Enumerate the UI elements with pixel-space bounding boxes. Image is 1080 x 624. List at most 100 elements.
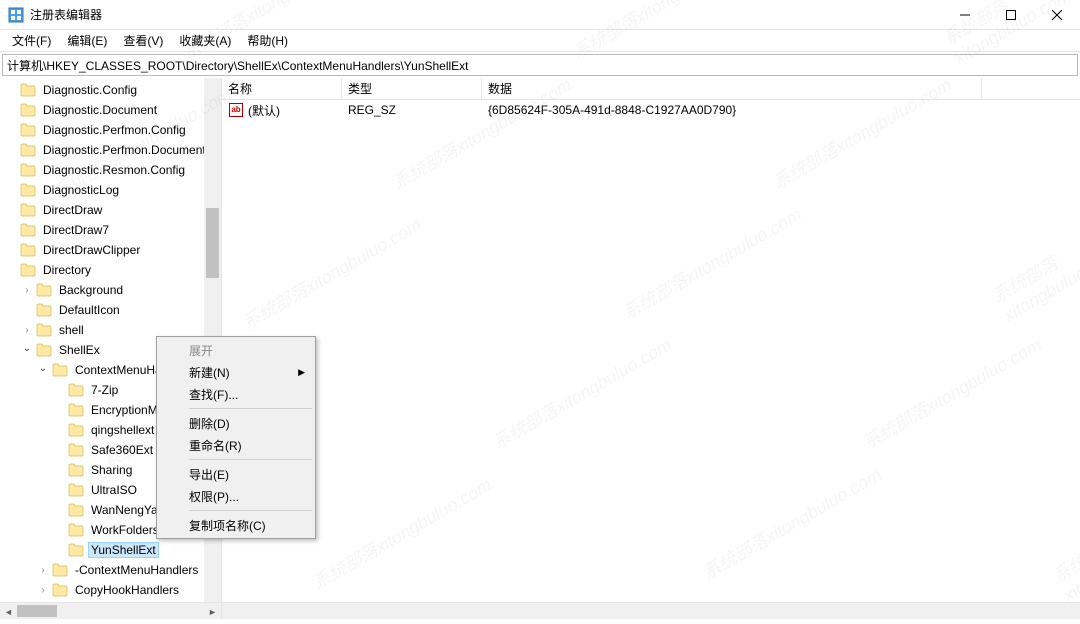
menu-file[interactable]: 文件(F)	[4, 30, 59, 51]
tree-item-label: DiagnosticLog	[40, 182, 122, 198]
tree-item-label: Directory	[40, 262, 94, 278]
cell-type: REG_SZ	[342, 103, 482, 117]
tree-item[interactable]: Directory	[0, 260, 221, 280]
tree-item[interactable]: Diagnostic.Perfmon.Config	[0, 120, 221, 140]
tree-item-label: Background	[56, 282, 126, 298]
folder-icon	[68, 443, 84, 457]
folder-icon	[20, 243, 36, 257]
list-pane: 名称 类型 数据 ab(默认)REG_SZ{6D85624F-305A-491d…	[222, 78, 1080, 602]
tree-item-label: UltraISO	[88, 482, 140, 498]
folder-icon	[52, 563, 68, 577]
folder-icon	[68, 423, 84, 437]
tree-item[interactable]: Diagnostic.Config	[0, 80, 221, 100]
separator	[189, 459, 312, 460]
folder-icon	[36, 283, 52, 297]
tree-item-label: YunShellExt	[88, 542, 159, 558]
address-text: 计算机\HKEY_CLASSES_ROOT\Directory\ShellEx\…	[7, 57, 469, 74]
scroll-left-icon[interactable]: ◄	[0, 603, 17, 620]
ctx-find[interactable]: 查找(F)...	[159, 383, 313, 405]
separator	[189, 408, 312, 409]
expand-icon[interactable]: ›	[20, 285, 34, 296]
folder-icon	[68, 463, 84, 477]
folder-icon	[20, 123, 36, 137]
tree-horizontal-scrollbar[interactable]: ◄ ►	[0, 603, 222, 619]
list-horizontal-scrollbar[interactable]	[222, 603, 1080, 619]
ctx-rename[interactable]: 重命名(R)	[159, 434, 313, 456]
expand-icon[interactable]: ›	[36, 565, 50, 576]
tree-item[interactable]: Diagnostic.Perfmon.Document	[0, 140, 221, 160]
list-body[interactable]: ab(默认)REG_SZ{6D85624F-305A-491d-8848-C19…	[222, 100, 1080, 120]
cell-data: {6D85624F-305A-491d-8848-C1927AA0D790}	[482, 103, 982, 117]
menu-view[interactable]: 查看(V)	[115, 30, 171, 51]
scroll-right-icon[interactable]: ►	[204, 603, 221, 620]
tree-item-label: DirectDraw	[40, 202, 105, 218]
ctx-delete[interactable]: 删除(D)	[159, 412, 313, 434]
menu-help[interactable]: 帮助(H)	[239, 30, 296, 51]
window-controls	[942, 0, 1080, 29]
tree-item[interactable]: DiagnosticLog	[0, 180, 221, 200]
tree-item-label: Diagnostic.Document	[40, 102, 160, 118]
folder-icon	[68, 483, 84, 497]
tree-item-label: ShellEx	[56, 342, 103, 358]
tree-item[interactable]: DefaultIcon	[0, 300, 221, 320]
folder-icon	[52, 583, 68, 597]
folder-icon	[36, 303, 52, 317]
tree-item-label: DirectDraw7	[40, 222, 112, 238]
col-type[interactable]: 类型	[342, 78, 482, 99]
folder-icon	[52, 363, 68, 377]
maximize-button[interactable]	[988, 0, 1034, 29]
collapse-icon[interactable]: ⌄	[20, 343, 34, 354]
close-button[interactable]	[1034, 0, 1080, 29]
tree-item[interactable]: DirectDraw7	[0, 220, 221, 240]
ctx-new[interactable]: 新建(N)▶	[159, 361, 313, 383]
tree-item[interactable]: YunShellExt	[0, 540, 221, 560]
collapse-icon[interactable]: ⌄	[36, 363, 50, 374]
tree-item[interactable]: Diagnostic.Document	[0, 100, 221, 120]
folder-icon	[68, 523, 84, 537]
folder-icon	[20, 163, 36, 177]
ctx-export[interactable]: 导出(E)	[159, 463, 313, 485]
tree-item[interactable]: DirectDrawClipper	[0, 240, 221, 260]
folder-icon	[20, 103, 36, 117]
scrollbar-thumb[interactable]	[17, 605, 57, 617]
list-row[interactable]: ab(默认)REG_SZ{6D85624F-305A-491d-8848-C19…	[222, 100, 1080, 120]
tree-item[interactable]: › -ContextMenuHandlers	[0, 560, 221, 580]
tree-item-label: -ContextMenuHandlers	[72, 562, 201, 578]
scrollbar-thumb[interactable]	[206, 208, 219, 278]
titlebar: 注册表编辑器	[0, 0, 1080, 30]
window-title: 注册表编辑器	[30, 6, 942, 23]
folder-icon	[36, 343, 52, 357]
tree-item[interactable]: › CopyHookHandlers	[0, 580, 221, 600]
list-header: 名称 类型 数据	[222, 78, 1080, 100]
submenu-arrow-icon: ▶	[298, 367, 305, 378]
address-bar[interactable]: 计算机\HKEY_CLASSES_ROOT\Directory\ShellEx\…	[2, 54, 1078, 76]
folder-icon	[68, 403, 84, 417]
expand-icon[interactable]: ›	[20, 325, 34, 336]
tree-item-label: CopyHookHandlers	[72, 582, 182, 598]
context-menu: 展开 新建(N)▶ 查找(F)... 删除(D) 重命名(R) 导出(E) 权限…	[156, 336, 316, 539]
tree-item-label: Safe360Ext	[88, 442, 156, 458]
col-data[interactable]: 数据	[482, 78, 982, 99]
tree-item-label: Diagnostic.Perfmon.Config	[40, 122, 189, 138]
ctx-permissions[interactable]: 权限(P)...	[159, 485, 313, 507]
folder-icon	[20, 183, 36, 197]
folder-icon	[20, 143, 36, 157]
folder-icon	[68, 503, 84, 517]
tree-item[interactable]: Diagnostic.Resmon.Config	[0, 160, 221, 180]
tree-item[interactable]: › Background	[0, 280, 221, 300]
menubar: 文件(F) 编辑(E) 查看(V) 收藏夹(A) 帮助(H)	[0, 30, 1080, 52]
tree-item-label: qingshellext	[88, 422, 157, 438]
menu-edit[interactable]: 编辑(E)	[59, 30, 115, 51]
ctx-copy-key-name[interactable]: 复制项名称(C)	[159, 514, 313, 536]
tree-item-label: Diagnostic.Resmon.Config	[40, 162, 188, 178]
folder-icon	[68, 543, 84, 557]
minimize-button[interactable]	[942, 0, 988, 29]
app-icon	[8, 7, 24, 23]
col-name[interactable]: 名称	[222, 78, 342, 99]
expand-icon[interactable]: ›	[36, 585, 50, 596]
tree-item-label: DirectDrawClipper	[40, 242, 143, 258]
menu-favorites[interactable]: 收藏夹(A)	[171, 30, 239, 51]
tree-item[interactable]: DirectDraw	[0, 200, 221, 220]
cell-name: ab(默认)	[222, 102, 342, 119]
ctx-expand[interactable]: 展开	[159, 339, 313, 361]
